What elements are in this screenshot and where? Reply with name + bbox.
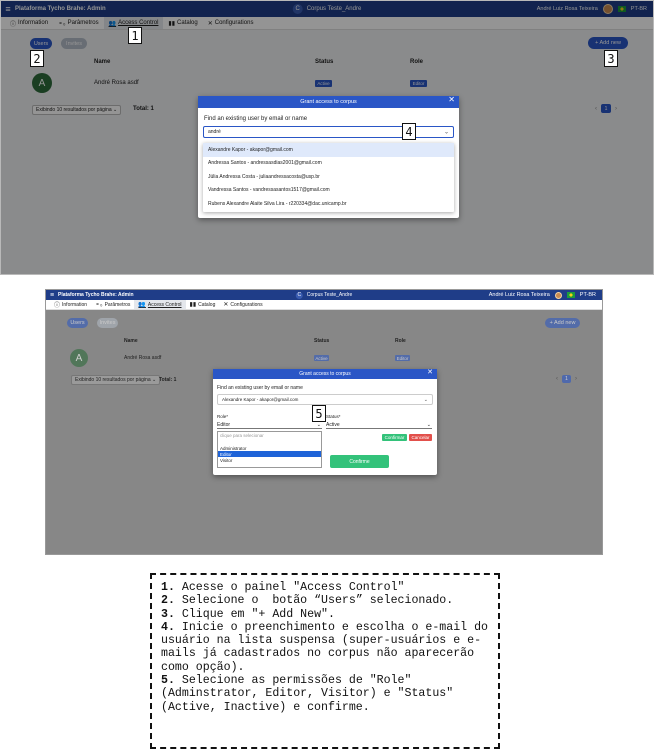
page-button[interactable]: 1 <box>562 375 571 383</box>
instructions-box: 1. Acesse o painel "Access Control" 2. S… <box>150 573 500 749</box>
close-icon[interactable]: ✕ <box>448 96 455 104</box>
total-count: Total: 1 <box>159 377 177 383</box>
instruction-step: 4. Inicie o preenchimento e escolha o e-… <box>161 620 495 674</box>
tab-label: Configurations <box>230 301 263 308</box>
small-cancel-button[interactable]: Cancelar <box>409 434 432 441</box>
grant-access-modal: Grant access to corpus ✕ Find an existin… <box>213 369 437 475</box>
menu-icon[interactable]: ≡ <box>46 292 58 299</box>
app-bar: ≡ Plataforma Tycho Brahe: Admin C Corpus… <box>46 290 602 300</box>
instruction-step: 3. Clique em "+ Add New". <box>161 607 335 621</box>
user-row-name: André Rosa asdf <box>124 355 162 361</box>
prev-page-icon[interactable]: ‹ <box>556 376 558 382</box>
tab-label: Access Control <box>147 301 182 308</box>
close-icon[interactable]: ✕ <box>427 369 433 376</box>
user-avatar-initial: A <box>70 349 88 367</box>
small-confirm-button[interactable]: Confirmar <box>382 434 407 441</box>
instruction-step: 1. Acesse o painel "Access Control" <box>161 581 405 594</box>
find-user-label: Find an existing user by email or name <box>217 385 303 391</box>
suggestion-item[interactable]: Vandressa Santos - vandressasantos1517@g… <box>203 184 454 198</box>
screenshot-add-user: ≡ Plataforma Tycho Brahe: Admin C Corpus… <box>0 0 654 275</box>
tab-configurations[interactable]: ✕ Configurations <box>219 300 266 309</box>
role-select-value: Editor <box>217 421 231 428</box>
user-search-input[interactable]: andré ⌄ <box>203 126 454 138</box>
chevron-down-icon[interactable]: ⌄ <box>444 129 449 136</box>
catalog-icon: ▮▮ <box>189 302 197 308</box>
chevron-down-icon[interactable]: ⌄ <box>424 397 428 403</box>
user-search-value: andré <box>208 129 221 135</box>
suggestion-item[interactable]: Rubens Alexandre Alaite Silva Lira - r22… <box>203 197 454 211</box>
tab-label: Information <box>62 301 88 308</box>
chevron-down-icon: ⌄ <box>316 421 321 428</box>
tools-icon: ✕ <box>223 302 229 308</box>
modal-header: Grant access to corpus ✕ <box>198 96 459 108</box>
user-name: André Luiz Rosa Teixeira <box>488 292 550 298</box>
people-icon: 👥 <box>138 302 146 308</box>
screenshot-role-status: ≡ Plataforma Tycho Brahe: Admin C Corpus… <box>45 289 603 555</box>
user-search-value: Alexandre Kapor - akapor@gmail.com <box>222 397 299 402</box>
role-options-list: clique para selecionar Administrator Edi… <box>217 431 322 468</box>
add-new-button[interactable]: + Add new <box>545 318 580 328</box>
tab-access-control[interactable]: 👥 Access Control <box>134 300 186 309</box>
user-search-input[interactable]: Alexandre Kapor - akapor@gmail.com ⌄ <box>217 394 433 405</box>
corpus-icon: C <box>295 291 303 299</box>
status-select[interactable]: Active ⌄ <box>326 421 432 429</box>
role-option[interactable]: Visitor <box>218 457 321 463</box>
grant-access-modal: Grant access to corpus ✕ Find an existin… <box>198 96 459 218</box>
role-badge[interactable]: Editor <box>395 355 410 361</box>
users-toggle-button[interactable]: Users <box>67 318 88 328</box>
callout-1: 1 <box>128 27 142 44</box>
app-title: Plataforma Tycho Brahe: Admin <box>58 292 134 298</box>
modal-title: Grant access to corpus <box>299 371 351 377</box>
modal-header: Grant access to corpus ✕ <box>213 369 437 379</box>
next-page-icon[interactable]: › <box>575 376 577 382</box>
tab-information[interactable]: ⓘ Information <box>50 300 91 310</box>
corpus-name: Corpus Teste_Andre <box>306 292 353 298</box>
column-header-status: Status <box>314 338 330 344</box>
status-select-value: Active <box>326 421 340 428</box>
callout-4: 4 <box>402 123 416 140</box>
invites-toggle-button[interactable]: Invites <box>97 318 118 328</box>
instruction-step: 2. Selecione o botão “Users” selecionado… <box>161 594 454 608</box>
role-label: Role* <box>217 414 229 419</box>
find-user-label: Find an existing user by email or name <box>204 116 308 122</box>
callout-5: 5 <box>312 405 326 422</box>
pagination: ‹ 1 › <box>556 375 577 383</box>
confirm-button[interactable]: Confirme <box>330 455 389 468</box>
chevron-down-icon: ⌄ <box>152 377 157 383</box>
status-label: Status* <box>326 414 341 419</box>
user-avatar[interactable] <box>554 291 562 299</box>
user-suggestions: Alexandre Kapor - akapor@gmail.com Andre… <box>203 143 454 212</box>
tab-catalog[interactable]: ▮▮ Catalog <box>186 300 220 309</box>
results-per-page[interactable]: Exibindo 10 resultados por página ⌄ <box>71 375 161 385</box>
modal-title: Grant access to corpus <box>300 99 357 105</box>
corpus-selector[interactable]: C Corpus Teste_Andre <box>295 291 353 299</box>
brazil-flag-icon[interactable] <box>566 292 575 298</box>
instruction-step: 5. Selecione as permissões de "Role" (Ad… <box>161 674 461 714</box>
suggestion-item[interactable]: Andressa Santos - andressasdias2001@gmai… <box>203 157 454 171</box>
column-header-name: Name <box>124 338 138 344</box>
tab-parametros[interactable]: ⚬₀ Parâmetros <box>91 300 134 309</box>
tabs-bar: ⓘ Information ⚬₀ Parâmetros 👥 Access Contro… <box>46 300 602 310</box>
language-label[interactable]: PT-BR <box>580 292 596 298</box>
parameters-icon: ⚬₀ <box>95 302 103 308</box>
suggestion-item[interactable]: Júlia Andressa Costa - juliaandressacost… <box>203 170 454 184</box>
per-page-select[interactable]: Exibindo 10 resultados por página <box>75 377 151 383</box>
info-icon: ⓘ <box>54 303 61 309</box>
column-header-role: Role <box>395 338 406 344</box>
status-badge[interactable]: Active <box>314 355 329 361</box>
tab-label: Catalog <box>198 301 216 308</box>
callout-2: 2 <box>30 50 44 67</box>
suggestion-item[interactable]: Alexandre Kapor - akapor@gmail.com <box>203 143 454 157</box>
tab-label: Parâmetros <box>104 301 131 308</box>
callout-3: 3 <box>604 50 618 67</box>
chevron-down-icon: ⌄ <box>426 421 431 428</box>
role-select[interactable]: Editor ⌄ <box>217 421 322 429</box>
